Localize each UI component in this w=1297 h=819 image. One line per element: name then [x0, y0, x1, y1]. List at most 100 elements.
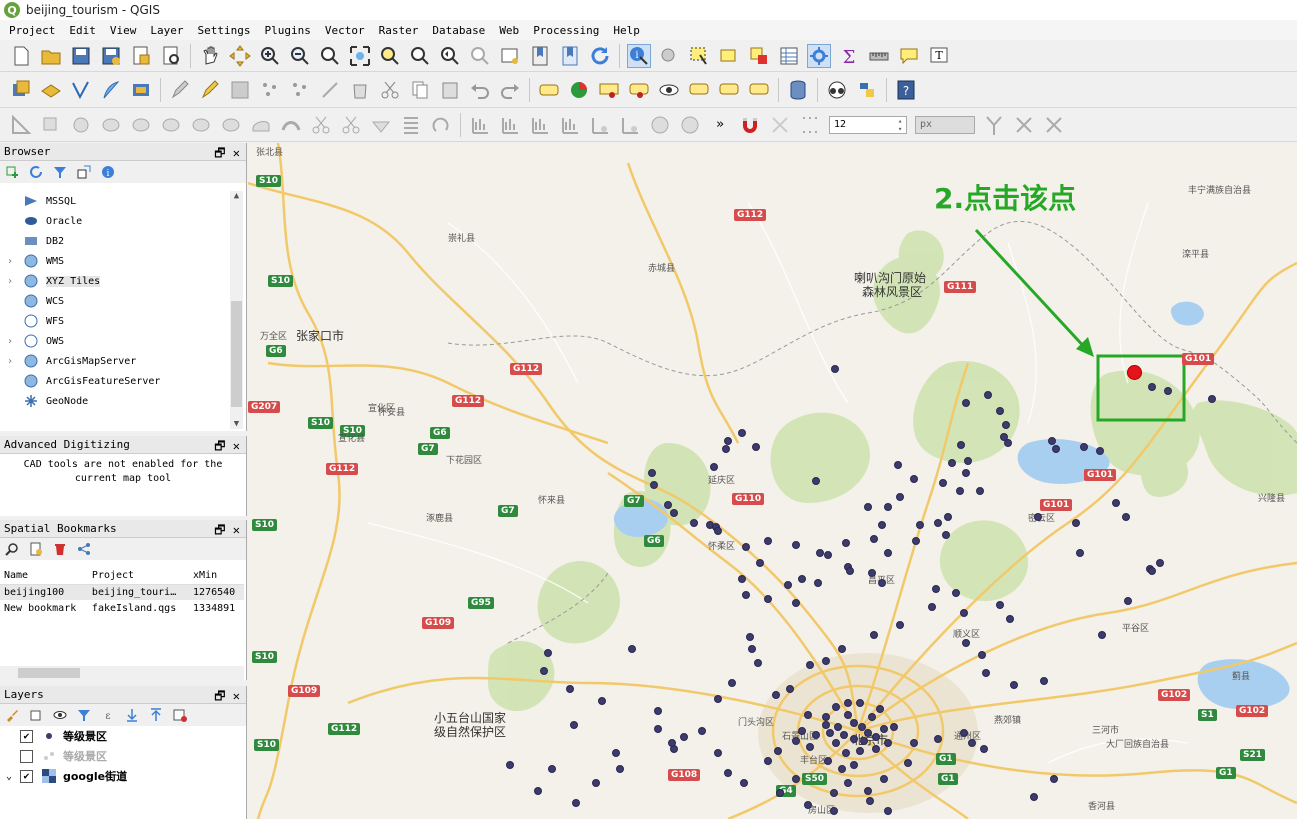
- browser-item-mssql[interactable]: MSSQL: [0, 191, 228, 211]
- scenic-point-marker[interactable]: [740, 779, 748, 787]
- cut-features-icon[interactable]: [378, 78, 402, 102]
- scenic-point-marker[interactable]: [670, 509, 678, 517]
- scenic-point-marker[interactable]: [846, 567, 854, 575]
- python-console-icon[interactable]: [855, 78, 879, 102]
- undo-icon[interactable]: [468, 78, 492, 102]
- scenic-point-marker[interactable]: [850, 719, 858, 727]
- scenic-point-marker[interactable]: [912, 537, 920, 545]
- reshape-features-icon[interactable]: [249, 113, 273, 137]
- scenic-point-marker[interactable]: [822, 721, 830, 729]
- text-annotation-icon[interactable]: T: [927, 44, 951, 68]
- scenic-point-marker[interactable]: [842, 539, 850, 547]
- scenic-point-marker[interactable]: [868, 713, 876, 721]
- scenic-point-marker[interactable]: [572, 799, 580, 807]
- scenic-point-marker[interactable]: [1002, 421, 1010, 429]
- collapse-all-icon[interactable]: [148, 707, 164, 723]
- filter-icon[interactable]: [52, 164, 68, 180]
- scenic-point-marker[interactable]: [916, 521, 924, 529]
- expression-filter-icon[interactable]: ε: [100, 707, 116, 723]
- snapping-magnet-icon[interactable]: [738, 113, 762, 137]
- scenic-point-marker[interactable]: [942, 531, 950, 539]
- scenic-point-marker[interactable]: [1124, 597, 1132, 605]
- scenic-point-marker[interactable]: [752, 443, 760, 451]
- scenic-point-marker[interactable]: [680, 733, 688, 741]
- scenic-point-marker[interactable]: [890, 723, 898, 731]
- scenic-point-marker[interactable]: [1148, 383, 1156, 391]
- menu-web[interactable]: Web: [499, 24, 519, 37]
- snapping-tolerance-input[interactable]: 12: [829, 115, 907, 134]
- database-icon[interactable]: [786, 78, 810, 102]
- scenic-point-marker[interactable]: [960, 729, 968, 737]
- menu-edit[interactable]: Edit: [69, 24, 96, 37]
- scenic-point-marker[interactable]: [884, 807, 892, 815]
- scenic-point-marker[interactable]: [544, 649, 552, 657]
- print-layout-icon[interactable]: [129, 44, 153, 68]
- scenic-point-marker[interactable]: [1112, 499, 1120, 507]
- layout-manager-icon[interactable]: [159, 44, 183, 68]
- scenic-point-marker[interactable]: [838, 765, 846, 773]
- scenic-point-marker[interactable]: [1208, 395, 1216, 403]
- scenic-point-marker[interactable]: [1076, 549, 1084, 557]
- expand-arrow-icon[interactable]: ›: [7, 336, 13, 347]
- scenic-point-marker[interactable]: [654, 707, 662, 715]
- scenic-point-marker[interactable]: [864, 787, 872, 795]
- toolbox-icon[interactable]: [807, 43, 831, 68]
- scenic-point-marker[interactable]: [910, 475, 918, 483]
- scenic-point-marker[interactable]: [844, 699, 852, 707]
- scenic-point-marker[interactable]: [1040, 677, 1048, 685]
- scenic-point-marker[interactable]: [792, 775, 800, 783]
- shape-digitize5-icon[interactable]: [588, 113, 612, 137]
- browser-scrollbar[interactable]: ▲ ▼: [230, 191, 243, 429]
- layer-item-scenic-points-copy[interactable]: 等级景区: [0, 746, 246, 766]
- layer-visibility-checkbox[interactable]: ✔: [20, 769, 33, 783]
- label-unpin-icon[interactable]: [627, 78, 651, 102]
- browser-item-wms[interactable]: › WMS: [0, 251, 228, 271]
- column-header[interactable]: Project: [87, 568, 190, 585]
- scenic-point-marker[interactable]: [728, 679, 736, 687]
- menu-database[interactable]: Database: [432, 24, 485, 37]
- browser-item-arcgis-map-server[interactable]: › ArcGisMapServer: [0, 351, 228, 371]
- menu-view[interactable]: View: [110, 24, 137, 37]
- data-source-manager-icon[interactable]: [9, 78, 33, 102]
- scenic-point-marker[interactable]: [650, 481, 658, 489]
- menu-vector[interactable]: Vector: [325, 24, 365, 37]
- expand-arrow-icon[interactable]: ›: [7, 276, 13, 287]
- label-pin-icon[interactable]: [597, 78, 621, 102]
- scenic-point-marker[interactable]: [822, 657, 830, 665]
- scenic-point-marker[interactable]: [784, 581, 792, 589]
- share-bookmark-icon[interactable]: [76, 541, 92, 557]
- scenic-point-marker[interactable]: [548, 765, 556, 773]
- rotate-symbols-icon[interactable]: [429, 113, 453, 137]
- scenic-point-marker[interactable]: [664, 501, 672, 509]
- scenic-point-marker[interactable]: [896, 621, 904, 629]
- scenic-point-marker[interactable]: [1030, 793, 1038, 801]
- scenic-point-marker[interactable]: [1072, 519, 1080, 527]
- snapping-unit-select[interactable]: px: [915, 115, 975, 134]
- expand-all-icon[interactable]: [124, 707, 140, 723]
- scenic-point-marker[interactable]: [960, 609, 968, 617]
- scenic-point-marker[interactable]: [964, 457, 972, 465]
- scenic-point-marker[interactable]: [742, 543, 750, 551]
- scenic-point-marker[interactable]: [850, 761, 858, 769]
- zoom-full-icon[interactable]: [348, 44, 372, 68]
- add-group-icon[interactable]: [28, 707, 44, 723]
- browser-item-xyz-tiles[interactable]: › XYZ Tiles: [0, 271, 228, 291]
- select-by-value-icon[interactable]: [717, 44, 741, 68]
- scenic-point-marker[interactable]: [804, 801, 812, 809]
- browser-item-wcs[interactable]: WCS: [0, 291, 228, 311]
- rotate-feature-icon[interactable]: [39, 113, 63, 137]
- remove-layer-icon[interactable]: [172, 707, 188, 723]
- scenic-point-marker[interactable]: [904, 759, 912, 767]
- show-bookmarks-icon[interactable]: [558, 44, 582, 68]
- scenic-point-marker[interactable]: [962, 639, 970, 647]
- scenic-point-marker[interactable]: [764, 757, 772, 765]
- bookmarks-hscrollbar[interactable]: [0, 666, 244, 680]
- merge-attributes-icon[interactable]: [399, 113, 423, 137]
- shape-digitize-icon[interactable]: [468, 113, 492, 137]
- snap-to-layer-icon[interactable]: [768, 113, 792, 137]
- scenic-point-marker[interactable]: [826, 729, 834, 737]
- scenic-point-marker[interactable]: [1048, 437, 1056, 445]
- scenic-point-marker[interactable]: [792, 599, 800, 607]
- scenic-point-marker[interactable]: [1098, 631, 1106, 639]
- selected-point-marker[interactable]: [1127, 365, 1142, 380]
